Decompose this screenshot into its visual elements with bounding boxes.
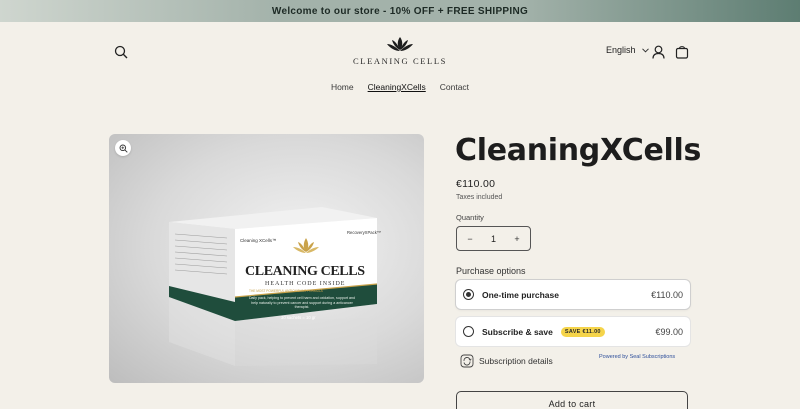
language-label: English xyxy=(606,45,636,55)
subscription-details-link[interactable]: Subscription details xyxy=(460,354,553,368)
decrease-quantity-button[interactable]: − xyxy=(465,234,475,244)
cart-icon[interactable] xyxy=(673,43,691,61)
taxes-note: Taxes included xyxy=(456,194,503,201)
box-contents: 30 sachets = 10 gr xyxy=(281,315,316,320)
product-image[interactable]: Cleaning XCells™ RecoveryXPack™ CLEANING… xyxy=(109,134,424,383)
box-brand-small: Cleaning XCells™ xyxy=(240,238,277,243)
zoom-icon[interactable] xyxy=(115,140,131,156)
nav-item-contact[interactable]: Contact xyxy=(440,82,469,92)
lotus-logo-icon xyxy=(387,37,413,51)
box-main-name: CLEANING CELLS xyxy=(245,264,365,279)
subscribe-save-price: €99.00 xyxy=(655,326,683,337)
chevron-down-icon xyxy=(641,47,649,53)
save-badge: SAVE €11.00 xyxy=(560,326,605,337)
subscription-refresh-icon xyxy=(460,354,474,368)
product-title: CleaningXCells xyxy=(455,133,702,168)
nav-item-home[interactable]: Home xyxy=(331,82,354,92)
nav-item-cleaningxcells[interactable]: CleaningXCells xyxy=(368,82,426,92)
add-to-cart-button[interactable]: Add to cart xyxy=(456,391,688,409)
store-logo[interactable]: CLEANING CELLS xyxy=(350,36,450,68)
box-pack-name: RecoveryXPack™ xyxy=(347,230,381,235)
announcement-text: Welcome to our store - 10% OFF + FREE SH… xyxy=(271,5,529,17)
box-description: Daily pack, helping to prevent cell harm… xyxy=(248,296,356,309)
product-price: €110.00 xyxy=(456,178,496,190)
increase-quantity-button[interactable]: + xyxy=(512,234,522,244)
main-nav: Home CleaningXCells Contact xyxy=(0,82,800,92)
subscribe-save-label: Subscribe & save xyxy=(482,326,553,337)
powered-by-link[interactable]: Powered by Seal Subscriptions xyxy=(599,354,675,360)
subscribe-save-option[interactable]: Subscribe & save SAVE €11.00 €99.00 xyxy=(456,317,690,346)
subscription-details-label: Subscription details xyxy=(479,356,553,366)
language-selector[interactable]: English xyxy=(606,45,649,55)
box-tagline: THE MOST POWERFUL ANTIOXIDANT FORMULA xyxy=(249,289,324,293)
announcement-bar: Welcome to our store - 10% OFF + FREE SH… xyxy=(0,0,800,22)
quantity-value[interactable]: 1 xyxy=(491,234,496,244)
radio-selected-icon[interactable] xyxy=(463,289,474,300)
quantity-stepper: − 1 + xyxy=(456,226,531,251)
one-time-purchase-label: One-time purchase xyxy=(482,289,559,300)
search-icon[interactable] xyxy=(112,43,130,61)
logo-text: CLEANING CELLS xyxy=(353,56,447,66)
box-subtitle: HEALTH CODE INSIDE xyxy=(265,281,345,287)
one-time-purchase-price: €110.00 xyxy=(651,289,683,300)
radio-unselected-icon[interactable] xyxy=(463,326,474,337)
account-icon[interactable] xyxy=(649,43,667,61)
purchase-options-label: Purchase options xyxy=(456,266,526,276)
product-box-image: Cleaning XCells™ RecoveryXPack™ CLEANING… xyxy=(169,207,381,366)
quantity-label: Quantity xyxy=(456,213,484,222)
one-time-purchase-option[interactable]: One-time purchase €110.00 xyxy=(456,280,690,309)
